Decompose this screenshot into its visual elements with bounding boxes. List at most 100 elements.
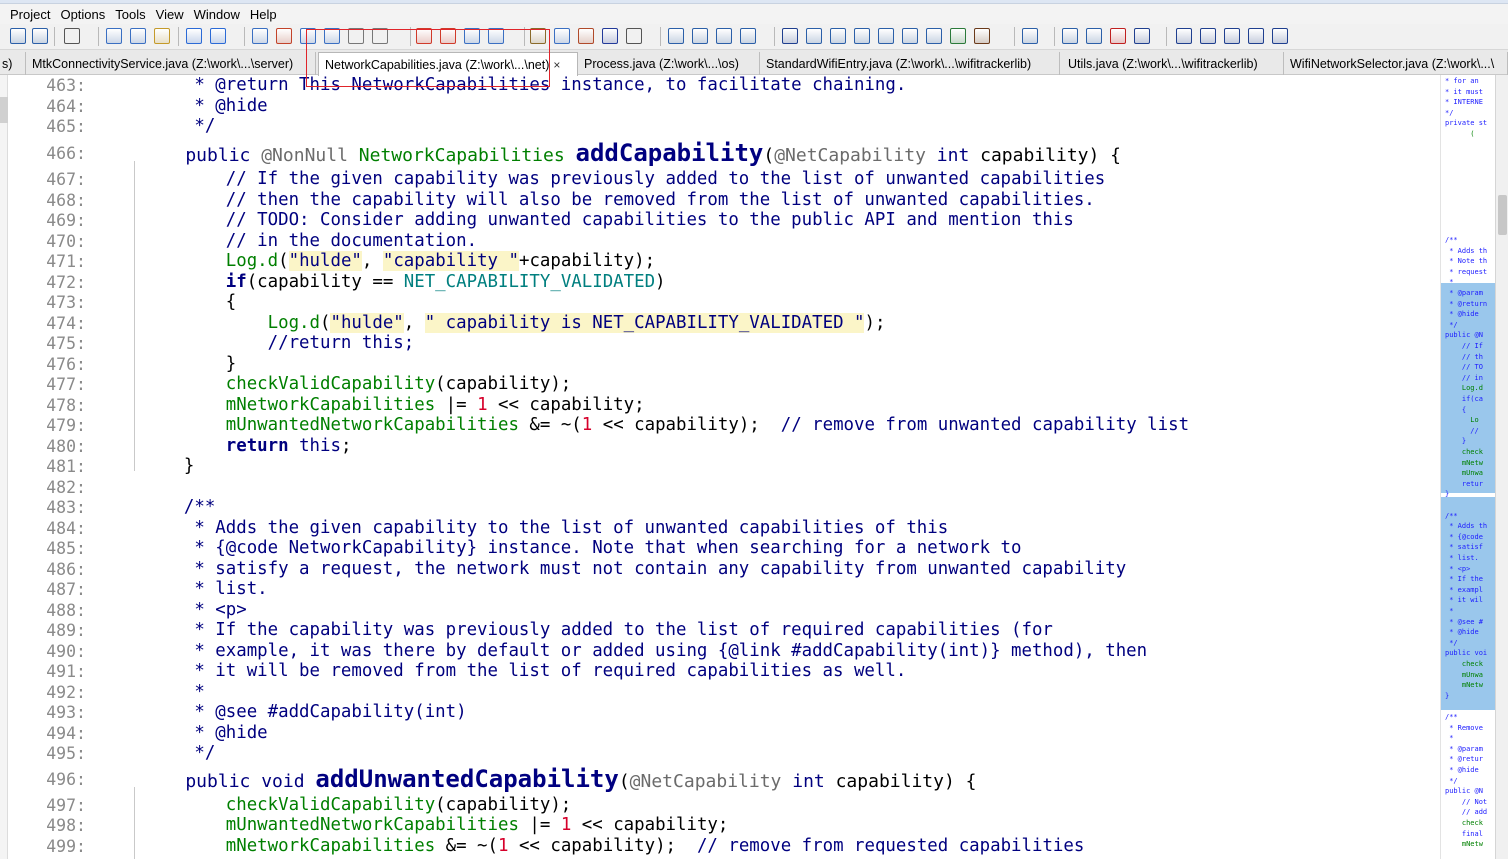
collapse-icon[interactable]	[1086, 28, 1102, 44]
tab[interactable]: StandardWifiEntry.java (Z:\work\...\wifi…	[760, 52, 1060, 75]
save-icon[interactable]	[10, 28, 26, 44]
minimap-line: mUnwa	[1445, 469, 1483, 478]
line-number: 480:	[46, 436, 86, 456]
scope-guide	[134, 161, 135, 471]
code-line: Log.d("hulde", "capability "+capability)…	[142, 251, 655, 271]
code-editor[interactable]: * @return This NetworkCapabilities insta…	[96, 75, 1440, 859]
www-icon[interactable]	[372, 28, 388, 44]
sync-icon[interactable]	[974, 28, 990, 44]
code-token: 1	[581, 415, 593, 435]
line-number: 470:	[46, 231, 86, 251]
menu-options[interactable]: Options	[55, 7, 110, 22]
f-icon[interactable]	[1272, 28, 1288, 44]
code-token: }	[142, 456, 195, 476]
outline-icon[interactable]	[806, 28, 822, 44]
minimap-line: * @see #	[1445, 617, 1483, 626]
minimap-line: }	[1445, 490, 1450, 499]
left-panel-edge[interactable]	[0, 75, 8, 859]
context-icon[interactable]	[926, 28, 942, 44]
tile-icon[interactable]	[668, 28, 684, 44]
filter-icon[interactable]	[950, 28, 966, 44]
bookmark-icon[interactable]	[416, 28, 432, 44]
code-token: |=	[529, 815, 561, 835]
line-number: 482:	[46, 477, 86, 497]
e-icon[interactable]	[1248, 28, 1264, 44]
menu-window[interactable]: Window	[189, 7, 245, 22]
s-icon[interactable]	[830, 28, 846, 44]
cut-icon[interactable]	[106, 28, 122, 44]
left-panel-handle[interactable]	[0, 97, 8, 123]
vertical-scrollbar[interactable]	[1495, 75, 1508, 859]
redo-icon[interactable]	[210, 28, 226, 44]
relation-icon[interactable]	[782, 28, 798, 44]
code-token: &= ~(	[445, 835, 498, 856]
minimap-line: retur	[1445, 479, 1483, 488]
tab[interactable]: s)	[0, 52, 26, 75]
info-icon[interactable]	[878, 28, 894, 44]
close-icon[interactable]	[1110, 28, 1126, 44]
tab-label: MtkConnectivityService.java (Z:\work\...…	[32, 56, 294, 71]
tab[interactable]: MtkConnectivityService.java (Z:\work\...…	[26, 52, 316, 75]
menu-view[interactable]: View	[151, 7, 189, 22]
minimap-line: mUnwa	[1445, 670, 1483, 679]
undo-icon[interactable]	[186, 28, 202, 44]
minimap-line: check	[1445, 660, 1483, 668]
find-file-icon[interactable]	[300, 28, 316, 44]
replace-icon[interactable]	[324, 28, 340, 44]
project-icon[interactable]	[578, 28, 594, 44]
symbol-icon[interactable]	[602, 28, 618, 44]
print-icon[interactable]	[64, 28, 80, 44]
tab[interactable]: Process.java (Z:\work\...\os)	[578, 52, 760, 75]
editor-window: Project Options Tools View Window Help s) MtkC…	[0, 0, 1508, 859]
code-token: * @see #addCapability(int)	[142, 702, 467, 722]
bookmark-prev-icon[interactable]	[440, 28, 456, 44]
find-icon[interactable]	[252, 28, 268, 44]
bookmark-next-icon[interactable]	[464, 28, 480, 44]
code-token: (	[763, 145, 775, 166]
tab-close-icon[interactable]: ×	[553, 58, 560, 72]
code-token: &= ~(	[529, 415, 582, 435]
menu-project[interactable]: Project	[0, 7, 55, 22]
p-icon[interactable]	[740, 28, 756, 44]
c-icon[interactable]	[1200, 28, 1216, 44]
zoom-in-icon[interactable]	[1022, 28, 1038, 44]
goto-icon[interactable]	[276, 28, 292, 44]
b-icon[interactable]	[1176, 28, 1192, 44]
code-overview-minimap[interactable]: * for an * it must * INTERNE */private st (…	[1440, 75, 1495, 859]
map-icon[interactable]	[854, 28, 870, 44]
a-icon[interactable]	[1134, 28, 1150, 44]
menu-tools[interactable]: Tools	[110, 7, 150, 22]
book-icon[interactable]	[530, 28, 546, 44]
tab[interactable]: WifiNetworkSelector.java (Z:\work\...\	[1284, 52, 1508, 75]
save-all-icon[interactable]	[32, 28, 48, 44]
line-number-gutter: 463: 464: 465: 466: 467: 468: 469: 470: 471: 472:…	[8, 75, 96, 859]
code-token: * example, it was there by default or ad…	[142, 640, 1148, 661]
code-token: 1	[498, 835, 509, 856]
tab[interactable]: Utils.java (Z:\work\...\wifitrackerlib)	[1062, 52, 1284, 75]
code-token: NetworkCapabilities	[358, 145, 576, 166]
copy-icon[interactable]	[130, 28, 146, 44]
d-icon[interactable]	[1224, 28, 1240, 44]
minimap-line: * @param	[1445, 744, 1483, 753]
scrollbar-thumb[interactable]	[1498, 195, 1507, 235]
code-token: int	[936, 145, 981, 166]
jump-icon[interactable]	[488, 28, 504, 44]
line-number: 481:	[46, 457, 86, 476]
code-token: * satisfy a request, the network must no…	[142, 558, 1127, 579]
overlap-icon[interactable]	[716, 28, 732, 44]
xy-icon[interactable]	[348, 28, 364, 44]
browse-icon[interactable]	[902, 28, 918, 44]
code-line: /**	[142, 497, 215, 517]
minimap-line: public voi	[1445, 649, 1488, 658]
book-open-icon[interactable]	[554, 28, 570, 44]
cascade-icon[interactable]	[692, 28, 708, 44]
expand-icon[interactable]	[1062, 28, 1078, 44]
code-token: Log.d	[142, 312, 320, 333]
tab-active[interactable]: NetworkCapabilities.java (Z:\work\...\ne…	[318, 52, 578, 76]
menu-help[interactable]: Help	[245, 7, 282, 22]
paste-icon[interactable]	[154, 28, 170, 44]
window-icon[interactable]	[626, 28, 642, 44]
minimap-line: * {@code	[1445, 532, 1483, 541]
code-line: // in the documentation.	[142, 231, 477, 251]
code-token: * {@code NetworkCapability} instance. No…	[142, 538, 1022, 558]
